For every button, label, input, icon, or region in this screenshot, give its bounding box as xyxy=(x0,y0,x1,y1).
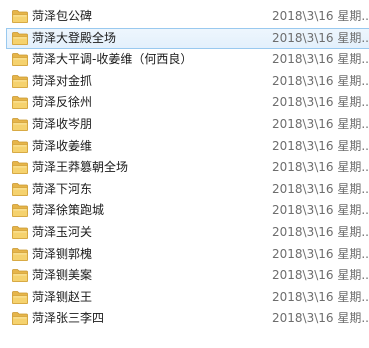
file-date-modified: 2018\3\16 星期... xyxy=(272,224,369,239)
file-name[interactable]: 菏泽反徐州 xyxy=(32,95,92,110)
file-row[interactable]: 菏泽收岑朋 2018\3\16 星期... xyxy=(0,114,369,136)
file-date-modified: 2018\3\16 星期... xyxy=(272,52,369,67)
file-row[interactable]: 菏泽玉河关 2018\3\16 星期... xyxy=(0,222,369,244)
file-list: 菏泽包公碑 2018\3\16 星期... 菏泽大登殿全场 2018\3\16 星期… xyxy=(0,6,369,330)
folder-icon xyxy=(12,269,28,283)
file-row[interactable]: 菏泽徐策跑城 2018\3\16 星期... xyxy=(0,200,369,222)
file-row[interactable]: 菏泽大登殿全场 2018\3\16 星期... xyxy=(0,27,369,50)
file-row[interactable]: 菏泽铡赵王 2018\3\16 星期... xyxy=(0,287,369,309)
folder-icon xyxy=(12,161,28,175)
file-name[interactable]: 菏泽对金抓 xyxy=(32,74,92,89)
file-date-modified: 2018\3\16 星期... xyxy=(272,289,369,304)
file-name[interactable]: 菏泽铡郭槐 xyxy=(32,247,92,262)
folder-icon xyxy=(12,53,28,67)
file-row[interactable]: 菏泽反徐州 2018\3\16 星期... xyxy=(0,92,369,114)
file-row[interactable]: 菏泽王莽篡朝全场 2018\3\16 星期... xyxy=(0,157,369,179)
file-date-modified: 2018\3\16 星期... xyxy=(272,268,369,283)
file-row[interactable]: 菏泽张三李四 2018\3\16 星期... xyxy=(0,308,369,330)
file-row[interactable]: 菏泽收姜维 2018\3\16 星期... xyxy=(0,136,369,158)
folder-icon xyxy=(12,312,28,326)
file-name[interactable]: 菏泽包公碑 xyxy=(32,9,92,24)
file-date-modified: 2018\3\16 星期... xyxy=(272,9,369,23)
file-date-modified: 2018\3\16 星期... xyxy=(272,160,369,175)
file-name[interactable]: 菏泽下河东 xyxy=(32,182,92,197)
file-date-modified: 2018\3\16 星期... xyxy=(272,30,369,45)
file-name[interactable]: 菏泽铡赵王 xyxy=(32,290,92,305)
file-date-modified: 2018\3\16 星期... xyxy=(272,73,369,88)
folder-icon xyxy=(12,226,28,239)
file-date-modified: 2018\3\16 星期... xyxy=(272,203,369,218)
folder-icon xyxy=(12,182,28,196)
file-name[interactable]: 菏泽玉河关 xyxy=(32,225,92,240)
folder-icon xyxy=(12,247,28,261)
file-row[interactable]: 菏泽铡美案 2018\3\16 星期... xyxy=(0,265,369,287)
file-name[interactable]: 菏泽徐策跑城 xyxy=(32,203,104,218)
folder-icon xyxy=(12,31,28,45)
file-name[interactable]: 菏泽铡美案 xyxy=(32,268,92,283)
file-row[interactable]: 菏泽铡郭槐 2018\3\16 星期... xyxy=(0,244,369,266)
folder-icon xyxy=(12,96,28,110)
file-name[interactable]: 菏泽大登殿全场 xyxy=(32,31,116,46)
folder-icon xyxy=(12,290,28,304)
file-name[interactable]: 菏泽大平调-收姜维（何西良） xyxy=(32,52,192,67)
file-name[interactable]: 菏泽王莽篡朝全场 xyxy=(32,160,128,175)
folder-icon xyxy=(12,74,28,88)
file-row[interactable]: 菏泽对金抓 2018\3\16 星期... xyxy=(0,71,369,93)
folder-icon xyxy=(12,204,28,218)
file-name[interactable]: 菏泽张三李四 xyxy=(32,311,104,326)
folder-icon xyxy=(12,118,28,131)
file-row[interactable]: 菏泽大平调-收姜维（何西良） 2018\3\16 星期... xyxy=(0,49,369,71)
file-date-modified: 2018\3\16 星期... xyxy=(272,181,369,196)
folder-icon xyxy=(12,139,28,153)
file-name[interactable]: 菏泽收岑朋 xyxy=(32,117,92,132)
folder-icon xyxy=(12,10,28,23)
file-date-modified: 2018\3\16 星期... xyxy=(272,311,369,326)
file-date-modified: 2018\3\16 星期... xyxy=(272,95,369,110)
file-date-modified: 2018\3\16 星期... xyxy=(272,138,369,153)
file-date-modified: 2018\3\16 星期... xyxy=(272,246,369,261)
file-name[interactable]: 菏泽收姜维 xyxy=(32,139,92,154)
file-row[interactable]: 菏泽下河东 2018\3\16 星期... xyxy=(0,179,369,201)
file-date-modified: 2018\3\16 星期... xyxy=(272,116,369,131)
file-row[interactable]: 菏泽包公碑 2018\3\16 星期... xyxy=(0,6,369,28)
